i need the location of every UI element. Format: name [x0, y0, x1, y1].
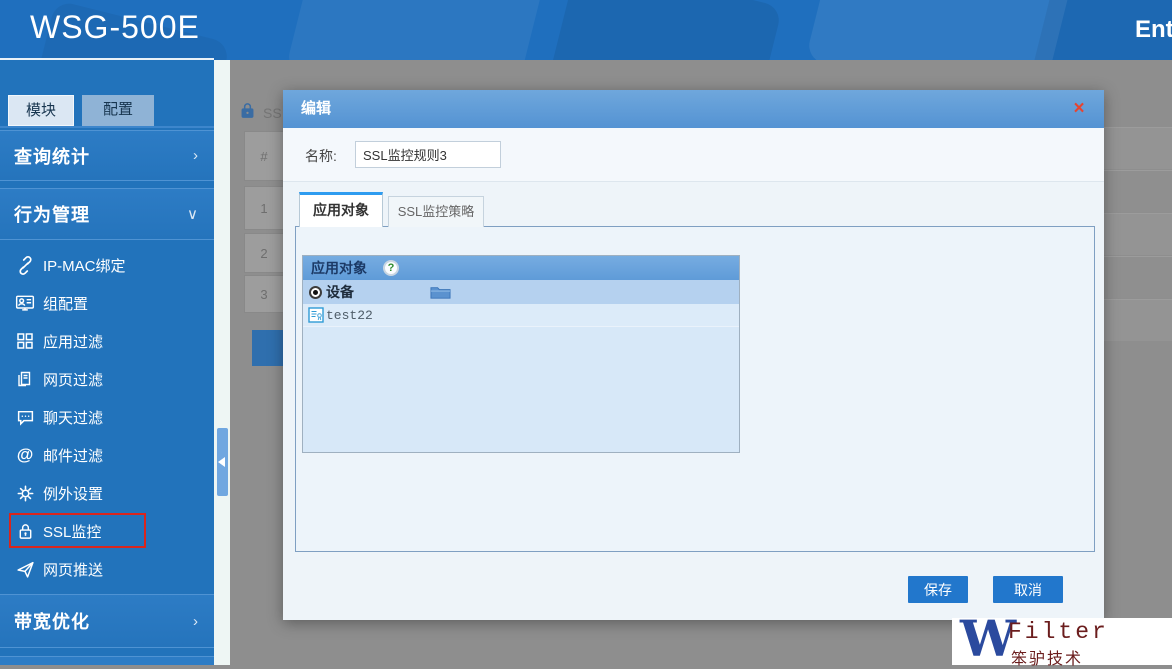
chevron-right-icon: ›	[193, 147, 198, 164]
sidebar-item-web-filter[interactable]: 网页过滤	[0, 360, 214, 398]
menu-item-label: 网页过滤	[43, 369, 103, 390]
ghost-table-band	[1104, 299, 1172, 341]
certificate-icon	[308, 307, 324, 323]
device-radio-selected[interactable]	[309, 286, 322, 299]
apply-object-panel-header: 应用对象 ?	[303, 256, 739, 280]
ghost-table-row: 1	[244, 186, 284, 230]
device-list-item-test22[interactable]: test22	[303, 304, 739, 327]
id-card-icon	[14, 293, 36, 313]
apply-object-panel: 应用对象 ? 设备 test22	[302, 255, 740, 453]
sidebar: 模块 配置 查询统计 › 行为管理 ∨ IP-MAC绑定	[0, 60, 214, 665]
header-keyboard-decoration	[285, 0, 544, 60]
ghost-table-band	[1104, 213, 1172, 255]
gear-icon	[14, 483, 36, 503]
help-icon[interactable]: ?	[383, 260, 399, 276]
name-field-row: 名称:	[283, 128, 1104, 182]
ghost-table-band	[1104, 256, 1172, 298]
dialog-titlebar[interactable]: 编辑	[283, 90, 1104, 128]
section-label: 行为管理	[14, 201, 90, 227]
lock-icon	[14, 521, 36, 541]
sidebar-tabs: 模块 配置	[8, 95, 154, 126]
sidebar-collapse-handle[interactable]	[217, 428, 228, 496]
header-keyboard-decoration	[547, 0, 782, 60]
ghost-button-fragment	[252, 330, 284, 366]
sidebar-tabs-divider	[0, 126, 214, 128]
link-icon	[14, 255, 36, 275]
device-label: 设备	[326, 282, 354, 302]
panel-header-label: 应用对象	[311, 258, 367, 278]
paper-plane-icon	[14, 559, 36, 579]
menu-item-label: SSL监控	[43, 521, 101, 542]
sidebar-item-exception-settings[interactable]: 例外设置	[0, 474, 214, 512]
ghost-table-row: 2	[244, 233, 284, 273]
grid-icon	[14, 331, 36, 351]
tab-config[interactable]: 配置	[82, 95, 154, 126]
sidebar-section-behavior-mgmt[interactable]: 行为管理 ∨	[0, 188, 214, 240]
name-label: 名称:	[305, 146, 337, 166]
menu-item-label: 聊天过滤	[43, 407, 103, 428]
tab-modules[interactable]: 模块	[8, 95, 74, 126]
menu-item-label: 组配置	[43, 293, 88, 314]
sidebar-item-group-config[interactable]: 组配置	[0, 284, 214, 322]
section-label: 查询统计	[14, 143, 90, 169]
watermark-brand: Filter	[1008, 619, 1109, 645]
chat-icon	[14, 407, 36, 427]
tab-ssl-policy[interactable]: SSL监控策略	[388, 196, 484, 227]
sidebar-section-bandwidth-opt[interactable]: 带宽优化 ›	[0, 594, 214, 648]
header-right-text: Ent	[1135, 16, 1172, 44]
menu-item-label: 例外设置	[43, 483, 103, 504]
sidebar-item-ssl-monitor[interactable]: SSL监控	[0, 512, 214, 550]
sidebar-item-ip-mac-binding[interactable]: IP-MAC绑定	[0, 246, 214, 284]
dialog-title: 编辑	[301, 100, 331, 117]
cancel-button[interactable]: 取消	[993, 576, 1063, 603]
header-underline	[0, 58, 214, 60]
webpage-icon	[14, 369, 36, 389]
edit-dialog: 编辑 × 名称: 应用对象 SSL监控策略 应用对象 ? 设备	[283, 90, 1104, 620]
close-icon[interactable]: ×	[1068, 98, 1090, 120]
app-title: WSG-500E	[30, 9, 200, 46]
sidebar-item-app-filter[interactable]: 应用过滤	[0, 322, 214, 360]
vendor-watermark: W Filter 笨驴技术	[952, 618, 1172, 665]
sidebar-gutter	[214, 60, 230, 665]
at-icon: @	[14, 445, 36, 465]
folder-icon[interactable]	[430, 285, 451, 299]
device-item-label: test22	[326, 308, 373, 323]
menu-item-label: 网页推送	[43, 559, 103, 580]
sidebar-item-chat-filter[interactable]: 聊天过滤	[0, 398, 214, 436]
device-radio-row[interactable]: 设备	[303, 280, 739, 304]
ghost-table-row: 3	[244, 275, 284, 313]
app-header: WSG-500E Ent	[0, 0, 1172, 60]
ghost-lock-icon	[239, 100, 256, 121]
menu-item-label: 邮件过滤	[43, 445, 103, 466]
ghost-table-band	[1104, 127, 1172, 169]
menu-item-label: 应用过滤	[43, 331, 103, 352]
sidebar-item-mail-filter[interactable]: @ 邮件过滤	[0, 436, 214, 474]
menu-item-label: IP-MAC绑定	[43, 255, 126, 276]
ghost-page-title: SS	[263, 105, 284, 121]
header-keyboard-decoration	[805, 0, 1074, 60]
ghost-table-header: #	[244, 131, 284, 181]
ghost-table-band	[1104, 170, 1172, 212]
save-button[interactable]: 保存	[908, 576, 968, 603]
watermark-subtitle: 笨驴技术	[1011, 645, 1083, 669]
sidebar-section-query-stats[interactable]: 查询统计 ›	[0, 130, 214, 181]
sidebar-menu: IP-MAC绑定 组配置	[0, 246, 214, 588]
rule-name-input[interactable]	[355, 141, 501, 168]
sidebar-item-web-push[interactable]: 网页推送	[0, 550, 214, 588]
chevron-down-icon: ∨	[187, 205, 198, 223]
chevron-right-icon: ›	[193, 613, 198, 630]
panel-empty-area	[303, 327, 739, 452]
collapse-arrow-icon	[218, 457, 225, 467]
sidebar-section-partial	[0, 656, 214, 665]
tab-apply-object[interactable]: 应用对象	[299, 192, 383, 227]
at-glyph: @	[17, 445, 34, 465]
section-label: 带宽优化	[14, 608, 90, 634]
